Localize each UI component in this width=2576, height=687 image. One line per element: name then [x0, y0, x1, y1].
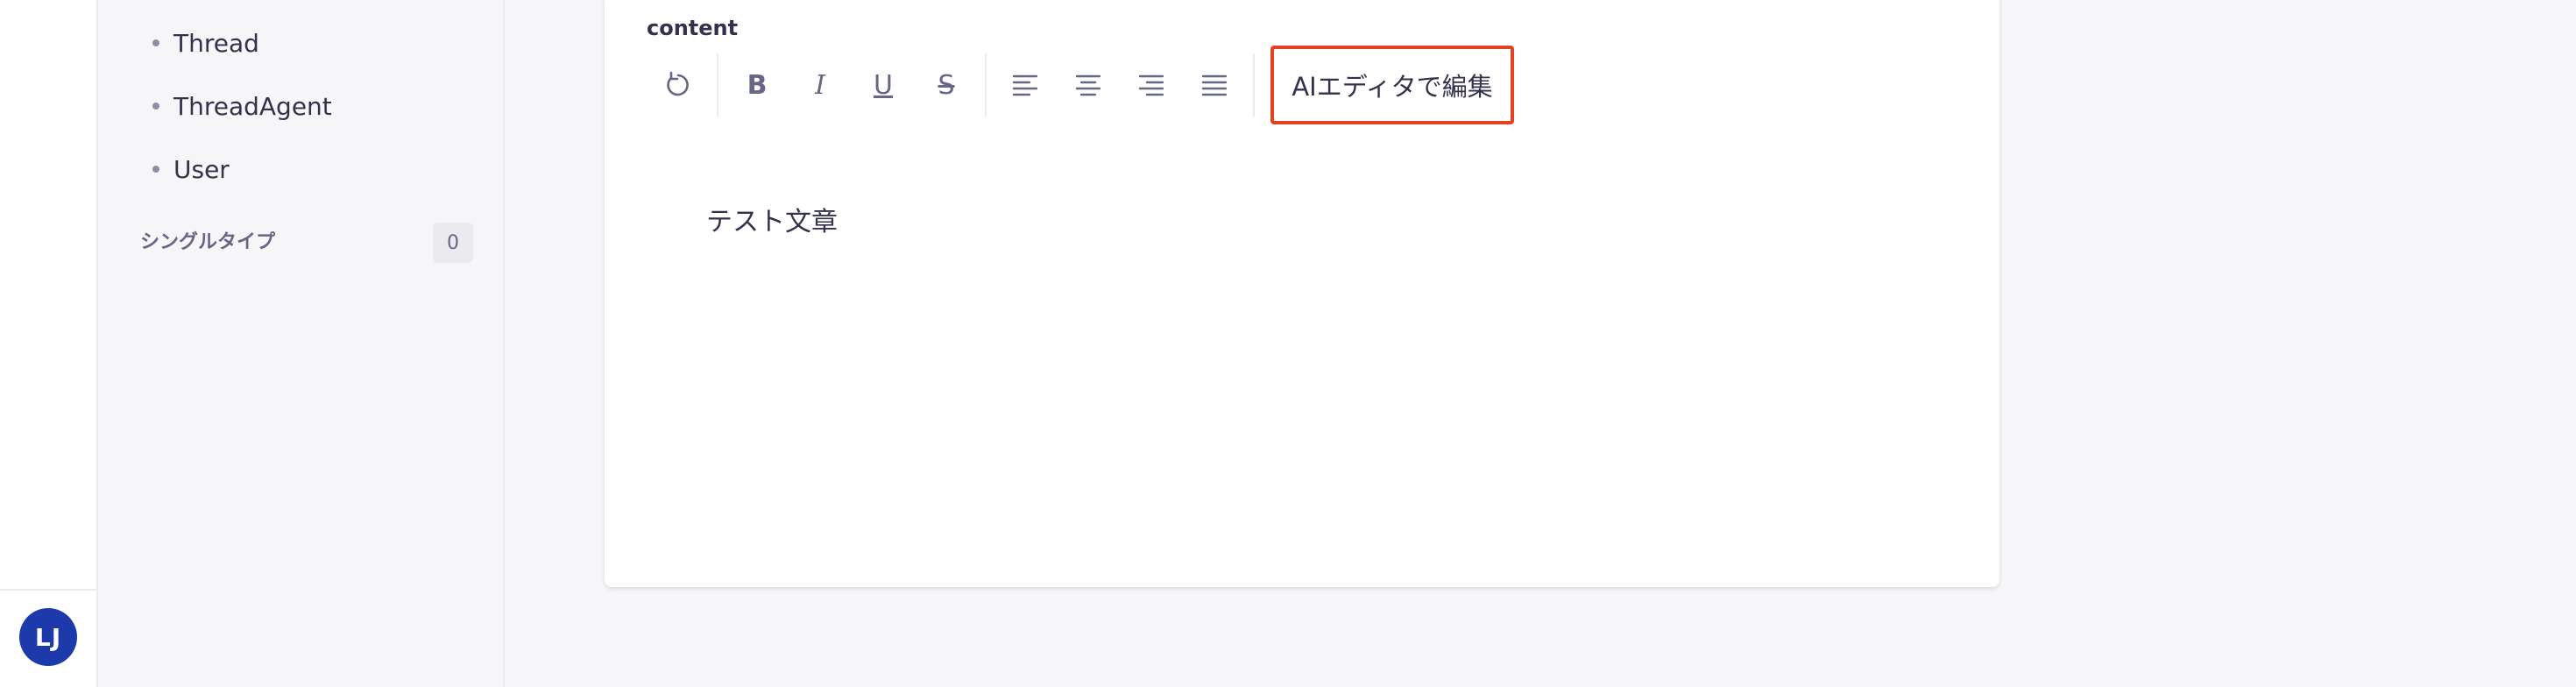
editor-toolbar: B I U S AIエディタで編集 — [647, 46, 1514, 124]
align-right-icon — [1138, 74, 1164, 96]
content-type-subnav: Thread ThreadAgent User シングルタイプ 0 — [98, 0, 505, 687]
sidebar-item-label: ThreadAgent — [173, 91, 332, 121]
sidebar-item-threadagent[interactable]: ThreadAgent — [152, 84, 332, 128]
sidebar-item-thread[interactable]: Thread — [152, 21, 259, 65]
editor-content-text[interactable]: テスト文章 — [706, 200, 838, 238]
toolbar-divider — [985, 53, 987, 117]
align-right-button[interactable] — [1120, 53, 1183, 117]
toolbar-divider — [717, 53, 718, 117]
sidebar-item-label: User — [173, 154, 230, 184]
justify-icon — [1201, 74, 1228, 96]
user-avatar[interactable]: LJ — [19, 608, 77, 666]
single-types-heading[interactable]: シングルタイプ — [140, 226, 275, 254]
rail-divider — [0, 589, 96, 591]
strikethrough-icon: S — [938, 69, 955, 101]
sidebar-item-label: Thread — [173, 28, 259, 58]
align-left-button[interactable] — [994, 53, 1057, 117]
justify-button[interactable] — [1183, 53, 1246, 117]
align-center-icon — [1075, 74, 1101, 96]
align-left-icon — [1012, 74, 1038, 96]
bullet-icon — [152, 103, 159, 110]
toolbar-divider — [1253, 53, 1255, 117]
main-nav-rail: LJ — [0, 0, 98, 687]
ai-edit-button[interactable]: AIエディタで編集 — [1270, 46, 1514, 124]
bullet-icon — [152, 39, 159, 46]
strikethrough-button[interactable]: S — [915, 53, 978, 117]
field-label: content — [647, 16, 739, 40]
underline-icon: U — [874, 69, 893, 101]
align-center-button[interactable] — [1057, 53, 1120, 117]
italic-button[interactable]: I — [789, 53, 852, 117]
single-types-count-badge: 0 — [433, 223, 473, 263]
italic-icon: I — [815, 69, 825, 101]
editor-card: content B I U S AIエディタで編集 テスト文章 — [605, 0, 1999, 587]
bullet-icon — [152, 166, 159, 173]
bold-icon: B — [747, 69, 768, 101]
undo-button[interactable] — [647, 53, 710, 117]
undo-icon — [667, 71, 689, 96]
rich-text-editor[interactable]: テスト文章 — [647, 149, 1957, 552]
sidebar-item-user[interactable]: User — [152, 147, 230, 191]
underline-button[interactable]: U — [852, 53, 915, 117]
bold-button[interactable]: B — [725, 53, 789, 117]
